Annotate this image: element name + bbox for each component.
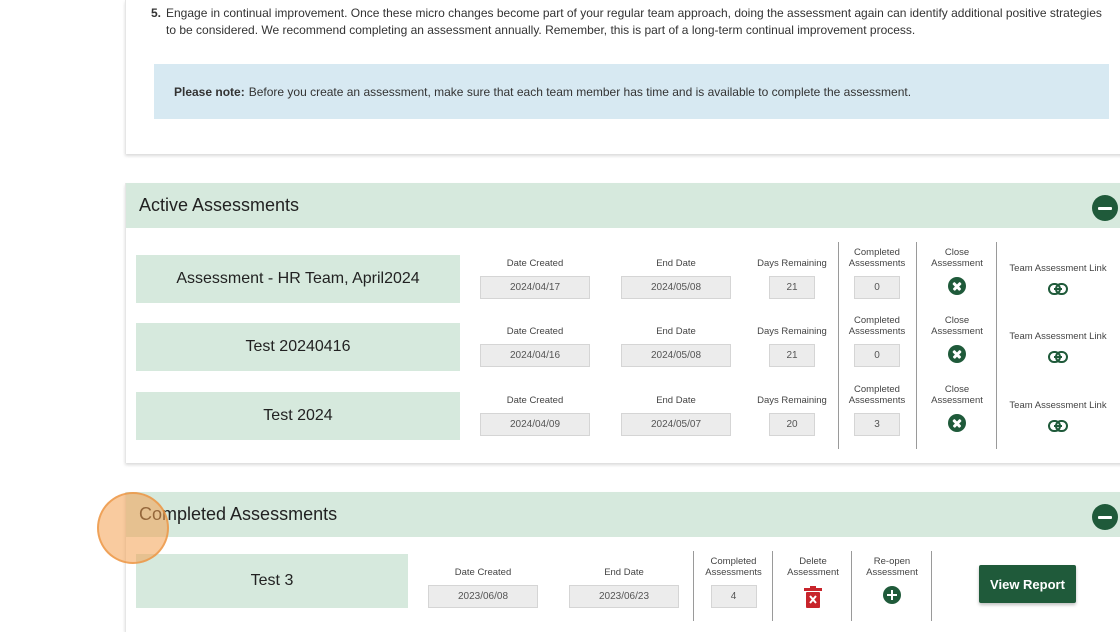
completed-count-field: 0 xyxy=(854,276,900,299)
end-date: End Date 2023/06/23 xyxy=(569,567,679,608)
divider xyxy=(916,242,917,312)
days-remaining-field: 20 xyxy=(769,413,815,436)
assessment-row: Test 20240416 Date Created 2024/04/16 En… xyxy=(126,310,1120,380)
end-date-field: 2024/05/07 xyxy=(621,413,731,436)
completed-assessments: Completed Assessments 0 xyxy=(841,315,913,367)
completed-count-field: 3 xyxy=(854,413,900,436)
note-text: Before you create an assessment, make su… xyxy=(248,84,912,99)
link-icon[interactable] xyxy=(1048,350,1068,368)
assessment-row: Test 2024 Date Created 2024/04/09 End Da… xyxy=(126,379,1120,449)
close-icon[interactable] xyxy=(948,277,966,295)
date-created: Date Created 2024/04/17 xyxy=(480,258,590,299)
cursor-highlight xyxy=(97,492,169,564)
assessment-name[interactable]: Test 20240416 xyxy=(136,323,460,371)
link-icon[interactable] xyxy=(1048,419,1068,437)
close-icon[interactable] xyxy=(948,345,966,363)
team-assessment-link: Team Assessment Link xyxy=(999,263,1117,300)
divider xyxy=(838,242,839,312)
close-assessment: Close Assessment xyxy=(919,247,995,300)
close-icon[interactable] xyxy=(948,414,966,432)
divider xyxy=(772,551,773,621)
collapse-icon[interactable] xyxy=(1092,195,1118,221)
date-created-field: 2023/06/08 xyxy=(428,585,538,608)
completed-assessments: Completed Assessments 3 xyxy=(841,384,913,436)
divider xyxy=(996,242,997,312)
divider xyxy=(996,310,997,380)
section-title: Active Assessments xyxy=(139,195,300,215)
active-assessments-header[interactable]: Active Assessments xyxy=(126,183,1120,228)
end-date: End Date 2024/05/07 xyxy=(621,395,731,436)
step-5: 5. Engage in continual improvement. Once… xyxy=(151,5,1106,39)
view-report-button[interactable]: View Report xyxy=(979,565,1076,603)
end-date-field: 2024/05/08 xyxy=(621,344,731,367)
date-created: Date Created 2024/04/09 xyxy=(480,395,590,436)
active-assessments-section: Active Assessments Assessment - HR Team,… xyxy=(125,183,1120,463)
divider xyxy=(996,379,997,449)
team-assessment-link: Team Assessment Link xyxy=(999,331,1117,368)
end-date-field: 2023/06/23 xyxy=(569,585,679,608)
step-text: Engage in continual improvement. Once th… xyxy=(166,6,1102,37)
delete-assessment: Delete Assessment xyxy=(775,556,851,613)
link-icon[interactable] xyxy=(1048,282,1068,300)
end-date-field: 2024/05/08 xyxy=(621,276,731,299)
divider xyxy=(916,379,917,449)
days-remaining: Days Remaining 21 xyxy=(751,258,833,299)
date-created: Date Created 2024/04/16 xyxy=(480,326,590,367)
note-banner: Please note: Before you create an assess… xyxy=(154,64,1109,119)
date-created: Date Created 2023/06/08 xyxy=(428,567,538,608)
divider xyxy=(693,551,694,621)
completed-count-field: 4 xyxy=(710,585,757,608)
completed-assessments: Completed Assessments 4 xyxy=(696,556,771,608)
days-remaining: Days Remaining 21 xyxy=(751,326,833,367)
step-number: 5. xyxy=(151,6,162,20)
close-assessment: Close Assessment xyxy=(919,315,995,368)
completed-count-field: 0 xyxy=(854,344,900,367)
completed-assessments: Completed Assessments 0 xyxy=(841,247,913,299)
divider xyxy=(838,379,839,449)
plus-icon[interactable] xyxy=(883,586,901,604)
divider xyxy=(851,551,852,621)
close-assessment: Close Assessment xyxy=(919,384,995,437)
divider xyxy=(916,310,917,380)
assessment-name[interactable]: Test 3 xyxy=(136,554,408,608)
days-remaining-field: 21 xyxy=(769,344,815,367)
end-date: End Date 2024/05/08 xyxy=(621,326,731,367)
date-created-field: 2024/04/16 xyxy=(480,344,590,367)
collapse-icon[interactable] xyxy=(1092,504,1118,530)
end-date: End Date 2024/05/08 xyxy=(621,258,731,299)
section-title: Completed Assessments xyxy=(139,504,338,524)
days-remaining-field: 21 xyxy=(769,276,815,299)
divider xyxy=(931,551,932,621)
assessment-name[interactable]: Test 2024 xyxy=(136,392,460,440)
completed-assessments-section: Completed Assessments Test 3 Date Create… xyxy=(125,492,1120,632)
completed-row: Test 3 Date Created 2023/06/08 End Date … xyxy=(126,551,1120,621)
assessment-name[interactable]: Assessment - HR Team, April2024 xyxy=(136,255,460,303)
date-created-field: 2024/04/09 xyxy=(480,413,590,436)
completed-assessments-header[interactable]: Completed Assessments xyxy=(126,492,1120,537)
divider xyxy=(838,310,839,380)
assessment-row: Assessment - HR Team, April2024 Date Cre… xyxy=(126,242,1120,312)
reopen-assessment: Re-open Assessment xyxy=(854,556,930,609)
date-created-field: 2024/04/17 xyxy=(480,276,590,299)
note-label: Please note: xyxy=(174,84,245,99)
days-remaining: Days Remaining 20 xyxy=(751,395,833,436)
team-assessment-link: Team Assessment Link xyxy=(999,400,1117,437)
trash-icon[interactable] xyxy=(804,586,822,613)
